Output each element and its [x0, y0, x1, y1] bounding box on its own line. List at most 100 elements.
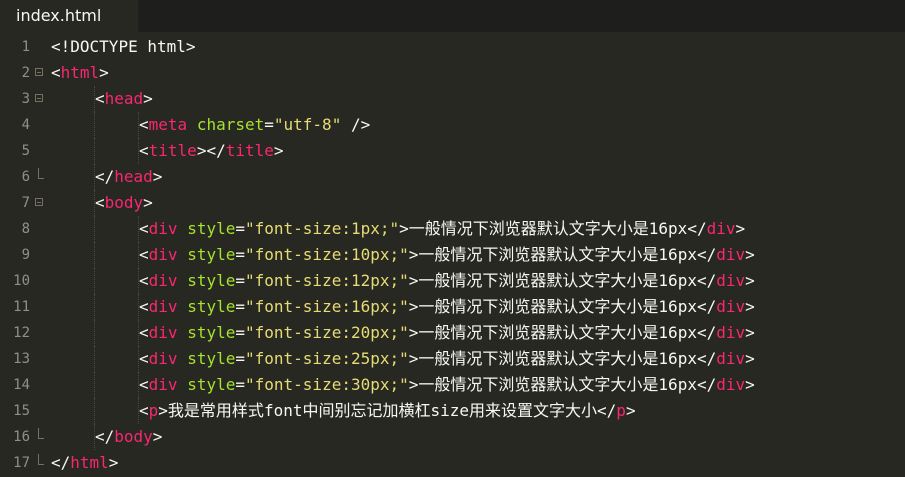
code-token: 16px</	[658, 297, 717, 316]
code-token: <	[139, 141, 149, 160]
code-line[interactable]: 13 <div style="font-size:25px;">一般情况下浏览器默…	[0, 346, 905, 372]
code-token: div	[148, 323, 178, 342]
code-token: >	[185, 37, 196, 56]
indent-guide	[94, 242, 95, 268]
code-token: div	[148, 297, 178, 316]
code-token: <	[139, 219, 149, 238]
code-token: title	[225, 141, 274, 160]
code-text: <div style="font-size:20px;">一般情况下浏览器默认文…	[139, 320, 755, 346]
code-token: >	[735, 219, 746, 238]
indent-guide	[94, 216, 95, 242]
code-text: <head>	[95, 86, 153, 112]
fold-collapse-icon[interactable]	[35, 94, 43, 102]
code-token: >	[143, 89, 153, 108]
code-line[interactable]: 2 <html>	[0, 60, 905, 86]
code-token: 16px</	[648, 219, 707, 238]
code-line[interactable]: 17 </html>	[0, 450, 905, 476]
code-token: >	[745, 271, 755, 290]
code-token: body	[114, 427, 153, 446]
code-token: >	[408, 349, 419, 368]
code-line[interactable]: 15 <p>我是常用样式font中间别忘记加横杠size用来设置文字大小</p>	[0, 398, 905, 424]
code-text: <!DOCTYPE html>	[51, 34, 196, 60]
code-token: >	[745, 323, 755, 342]
code-line[interactable]: 6 </head>	[0, 164, 905, 190]
line-number: 7	[21, 195, 30, 211]
code-line[interactable]: 9 <div style="font-size:10px;">一般情况下浏览器默认…	[0, 242, 905, 268]
code-line[interactable]: 10 <div style="font-size:12px;">一般情况下浏览器默…	[0, 268, 905, 294]
code-token: >	[408, 297, 419, 316]
code-token: 一般情况下浏览器默认文字大小是	[418, 323, 659, 342]
code-text: <p>我是常用样式font中间别忘记加横杠size用来设置文字大小</p>	[139, 398, 636, 424]
code-token: >	[408, 375, 419, 394]
code-line[interactable]: 5 <title></title>	[0, 138, 905, 164]
code-token: <	[139, 245, 149, 264]
line-number: 4	[21, 117, 30, 133]
code-token: >	[745, 375, 755, 394]
code-token: div	[148, 245, 178, 264]
code-token: 16px</	[658, 349, 717, 368]
fold-collapse-icon[interactable]	[35, 68, 43, 76]
code-text: <meta charset="utf-8" />	[139, 112, 370, 138]
code-token: <	[139, 323, 149, 342]
code-token: div	[716, 323, 746, 342]
code-token: >	[108, 453, 119, 472]
code-token: >	[745, 297, 755, 316]
line-number: 6	[21, 169, 30, 185]
code-line[interactable]: 12 <div style="font-size:20px;">一般情况下浏览器默…	[0, 320, 905, 346]
indent-guide	[94, 294, 95, 320]
code-token: !DOCTYPE html	[60, 37, 186, 56]
code-token: html	[60, 63, 100, 82]
line-number: 15	[13, 403, 30, 419]
code-token: =	[235, 297, 245, 316]
code-token: meta	[148, 115, 188, 134]
code-token: >	[625, 401, 636, 420]
line-number: 11	[13, 299, 30, 315]
code-line[interactable]: 1 <!DOCTYPE html>	[0, 34, 905, 60]
code-editor[interactable]: 1 <!DOCTYPE html> 2 <html> 3 <head> 4 <meta cha…	[0, 32, 905, 476]
code-token: 一般情况下浏览器默认文字大小是	[418, 349, 659, 368]
fold-collapse-icon[interactable]	[35, 198, 43, 206]
line-number: 3	[21, 91, 30, 107]
code-token: font	[263, 401, 303, 420]
indent-guide	[94, 138, 95, 164]
code-token: =	[235, 245, 245, 264]
code-token: <	[139, 401, 149, 420]
tab-bar: index.html	[0, 0, 905, 32]
line-number: 1	[21, 39, 30, 55]
code-line[interactable]: 14 <div style="font-size:30px;">一般情况下浏览器默…	[0, 372, 905, 398]
code-token: <	[95, 193, 105, 212]
code-line[interactable]: 8 <div style="font-size:1px;">一般情况下浏览器默认文…	[0, 216, 905, 242]
code-text: </body>	[95, 424, 162, 450]
code-token: html	[70, 453, 109, 472]
code-text: <body>	[95, 190, 153, 216]
code-token: div	[716, 297, 746, 316]
code-token: 中间别忘记加横杠	[302, 401, 431, 420]
line-number: 2	[21, 65, 30, 81]
code-text: <html>	[51, 60, 109, 86]
code-token: "font-size:12px;"	[245, 271, 409, 290]
code-token: "font-size:25px;"	[245, 349, 409, 368]
code-token: div	[148, 219, 178, 238]
code-line[interactable]: 4 <meta charset="utf-8" />	[0, 112, 905, 138]
code-text: </html>	[51, 450, 118, 476]
indent-guide	[94, 372, 95, 398]
code-line[interactable]: 3 <head>	[0, 86, 905, 112]
code-token: div	[706, 219, 736, 238]
code-line[interactable]: 7 <body>	[0, 190, 905, 216]
code-token: body	[104, 193, 144, 212]
code-token: charset	[196, 115, 265, 134]
code-token: >	[152, 427, 163, 446]
code-token: 一般情况下浏览器默认文字大小是	[408, 219, 649, 238]
code-text: <div style="font-size:10px;">一般情况下浏览器默认文…	[139, 242, 755, 268]
code-token: "utf-8"	[273, 115, 342, 134]
code-line[interactable]: 16 </body>	[0, 424, 905, 450]
code-token: style	[187, 271, 236, 290]
code-line[interactable]: 11 <div style="font-size:16px;">一般情况下浏览器默…	[0, 294, 905, 320]
code-token: style	[187, 297, 236, 316]
tab-index-html[interactable]: index.html	[0, 0, 138, 32]
code-token: 我是常用样式	[167, 401, 264, 420]
